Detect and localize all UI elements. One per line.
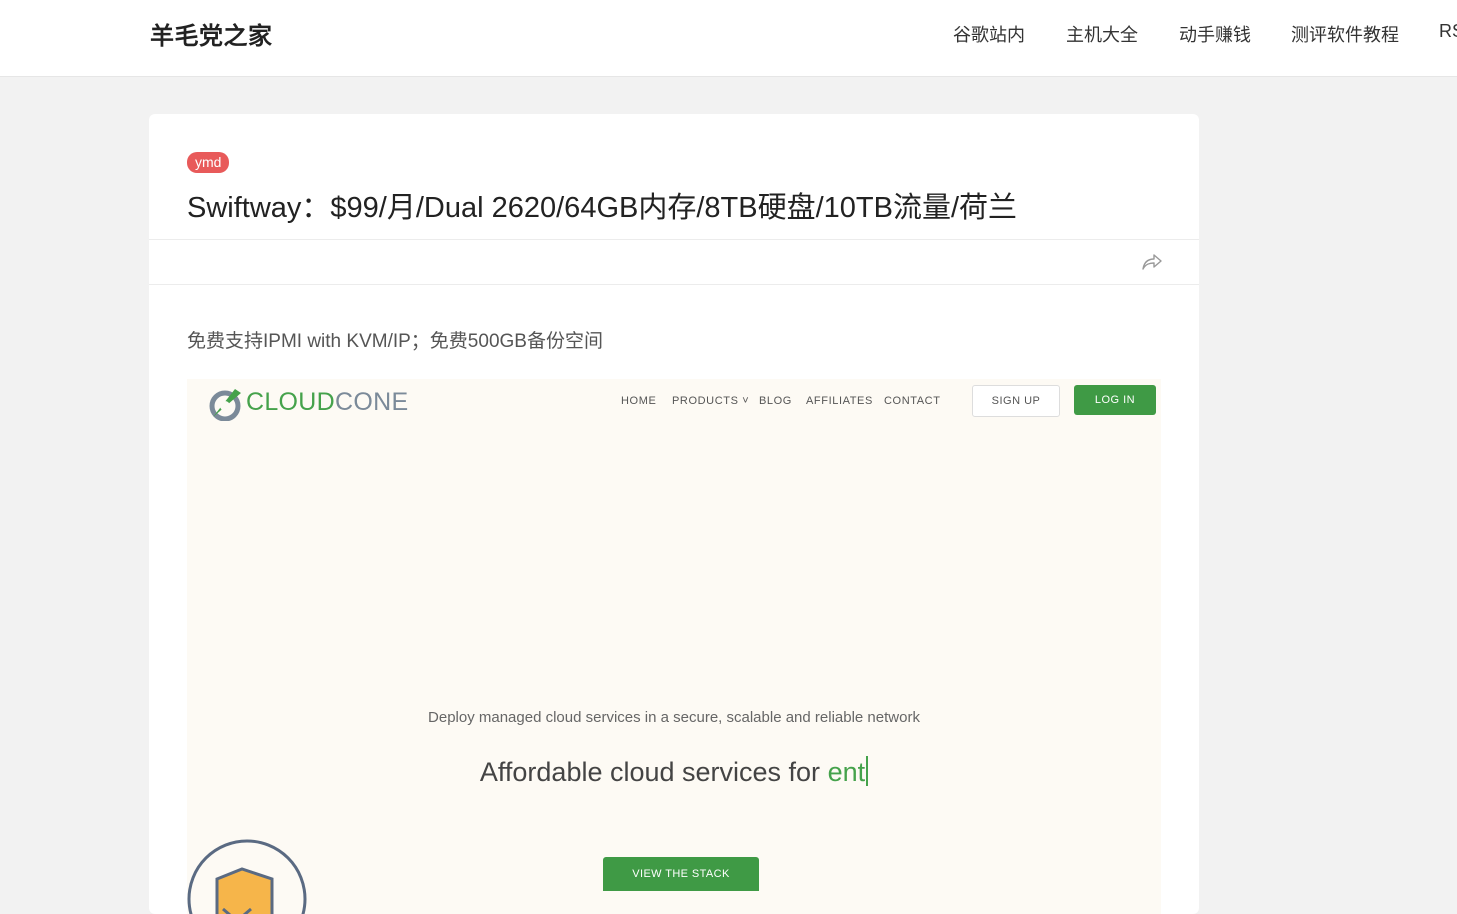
cc-nav-home: HOME	[621, 395, 657, 407]
cloudcone-logo-text: CLOUDCONE	[246, 388, 409, 416]
nav-item-hosting[interactable]: 主机大全	[1066, 21, 1138, 47]
post-title[interactable]: Swiftway：$99/月/Dual 2620/64GB内存/8TB硬盘/10…	[187, 184, 1017, 226]
nav-item-google[interactable]: 谷歌站内	[953, 21, 1025, 47]
divider	[149, 284, 1199, 285]
nav-item-earn[interactable]: 动手赚钱	[1179, 21, 1251, 47]
chevron-down-icon: ˅	[742, 395, 750, 407]
cc-subheading: Deploy managed cloud services in a secur…	[428, 709, 920, 726]
cc-view-stack-button: VIEW THE STACK	[603, 857, 759, 891]
cc-headline: Affordable cloud services for ent	[187, 756, 1161, 788]
shield-illustration-icon	[187, 839, 307, 914]
cc-nav-affiliates: AFFILIATES	[806, 395, 873, 407]
category-tag[interactable]: ymd	[187, 152, 230, 173]
cc-nav-blog: BLOG	[759, 395, 792, 407]
nav-item-reviews[interactable]: 测评软件教程	[1291, 21, 1399, 47]
main-nav: 谷歌站内 主机大全 动手赚钱 测评软件教程 RS	[0, 21, 1457, 45]
cc-signup-button: SIGN UP	[972, 385, 1060, 417]
text-cursor	[866, 756, 869, 786]
nav-item-rss[interactable]: RS	[1439, 21, 1457, 42]
post-excerpt: 免费支持IPMI with KVM/IP；免费500GB备份空间	[187, 331, 603, 352]
divider	[149, 239, 1199, 240]
cc-login-button: LOG IN	[1074, 385, 1156, 415]
article-card: ymd Swiftway：$99/月/Dual 2620/64GB内存/8TB硬…	[149, 114, 1199, 914]
embedded-screenshot: CLOUDCONE HOME PRODUCTS ˅ BLOG AFFILIATE…	[187, 379, 1161, 914]
cc-nav-contact: CONTACT	[884, 395, 941, 407]
cc-nav-products: PRODUCTS ˅	[672, 395, 750, 407]
top-navbar: 羊毛党之家 谷歌站内 主机大全 动手赚钱 测评软件教程 RS	[0, 0, 1457, 77]
share-icon[interactable]	[1141, 252, 1163, 272]
